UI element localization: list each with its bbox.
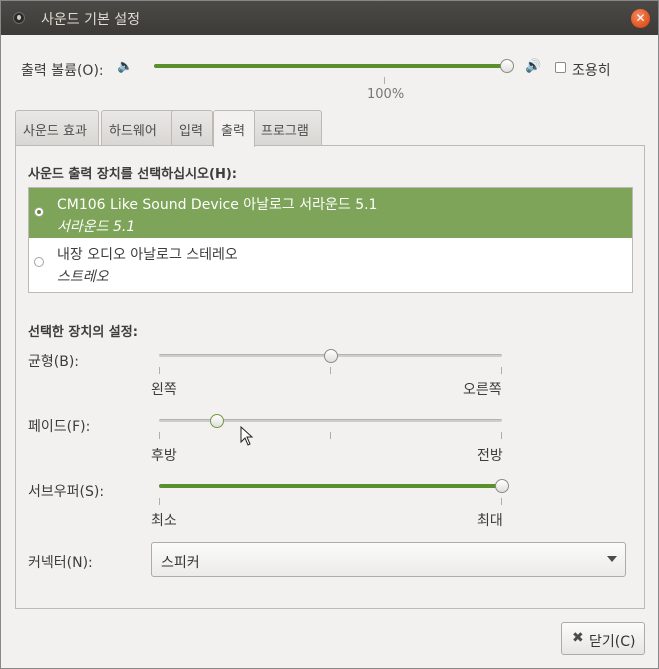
output-volume-label: 출력 볼륨(O):	[21, 63, 104, 79]
tab-input[interactable]: 입력	[171, 110, 213, 145]
subwoofer-slider-handle[interactable]	[495, 479, 509, 493]
volume-low-icon: 🔈	[117, 59, 134, 74]
window-close-icon[interactable]: ✕	[631, 9, 650, 28]
subwoofer-right-tick	[501, 498, 502, 505]
connector-selected-value: 스피커	[161, 555, 200, 571]
balance-label: 균형(B):	[28, 354, 80, 370]
settings-section-heading: 선택한 장치의 설정:	[28, 325, 138, 340]
connector-label: 커넥터(N):	[28, 555, 93, 571]
device-profile: 서라운드 5.1	[57, 219, 136, 235]
fade-right-label: 전방	[477, 448, 503, 464]
mouse-cursor-icon	[240, 426, 254, 446]
device-name: CM106 Like Sound Device 아날로그 서라운드 5.1	[57, 197, 378, 213]
balance-left-tick	[159, 367, 160, 374]
sound-preferences-window: 사운드 기본 설정 ✕ 출력 볼륨(O): 🔈 100% 🔊 조용히 사운드 효…	[0, 0, 659, 669]
close-button-label: 닫기(C)	[589, 634, 636, 650]
volume-high-icon: 🔊	[525, 59, 542, 74]
tab-output[interactable]: 출력	[213, 110, 255, 147]
titlebar[interactable]: 사운드 기본 설정 ✕	[1, 1, 658, 35]
output-volume-fill	[154, 64, 511, 68]
subwoofer-left-label: 최소	[151, 513, 177, 529]
device-name: 내장 오디오 아날로그 스테레오	[57, 247, 238, 263]
subwoofer-right-label: 최대	[477, 513, 503, 529]
tab-applications[interactable]: 프로그램	[253, 110, 322, 145]
device-profile: 스트레오	[57, 269, 109, 285]
dropdown-arrow-icon	[607, 556, 617, 562]
connector-select[interactable]: 스피커	[151, 542, 626, 577]
fade-label: 페이드(F):	[28, 419, 91, 435]
close-button[interactable]: ✖ 닫기(C)	[561, 622, 645, 655]
fade-left-label: 후방	[151, 448, 177, 464]
balance-slider-handle[interactable]	[323, 349, 338, 363]
fade-right-tick	[501, 432, 502, 439]
balance-left-label: 왼쪽	[151, 382, 177, 398]
output-volume-slider-handle[interactable]	[500, 59, 514, 73]
balance-right-label: 오른쪽	[463, 382, 502, 398]
subwoofer-left-tick	[159, 498, 160, 505]
volume-100-tick	[384, 77, 385, 84]
balance-center-tick	[330, 367, 331, 374]
device-radio[interactable]	[34, 207, 44, 217]
subwoofer-label: 서브우퍼(S):	[28, 484, 105, 500]
device-row[interactable]: CM106 Like Sound Device 아날로그 서라운드 5.1 서라…	[29, 188, 632, 238]
mute-label[interactable]: 조용히	[572, 60, 611, 80]
app-menu-icon[interactable]	[13, 12, 25, 24]
device-row[interactable]: 내장 오디오 아날로그 스테레오 스트레오	[29, 238, 632, 288]
fade-left-tick	[159, 432, 160, 439]
balance-right-tick	[501, 367, 502, 374]
device-section-heading: 사운드 출력 장치를 선택하십시오(H):	[28, 167, 237, 182]
mute-checkbox[interactable]	[555, 62, 566, 73]
tab-sound-effects[interactable]: 사운드 효과	[15, 110, 99, 145]
fade-center-tick	[330, 432, 331, 439]
window-title: 사운드 기본 설정	[41, 12, 141, 28]
volume-percent-label: 100%	[367, 87, 405, 102]
device-list: CM106 Like Sound Device 아날로그 서라운드 5.1 서라…	[28, 187, 633, 293]
device-radio[interactable]	[34, 257, 44, 267]
close-icon: ✖	[572, 630, 584, 646]
subwoofer-fill	[159, 484, 502, 488]
